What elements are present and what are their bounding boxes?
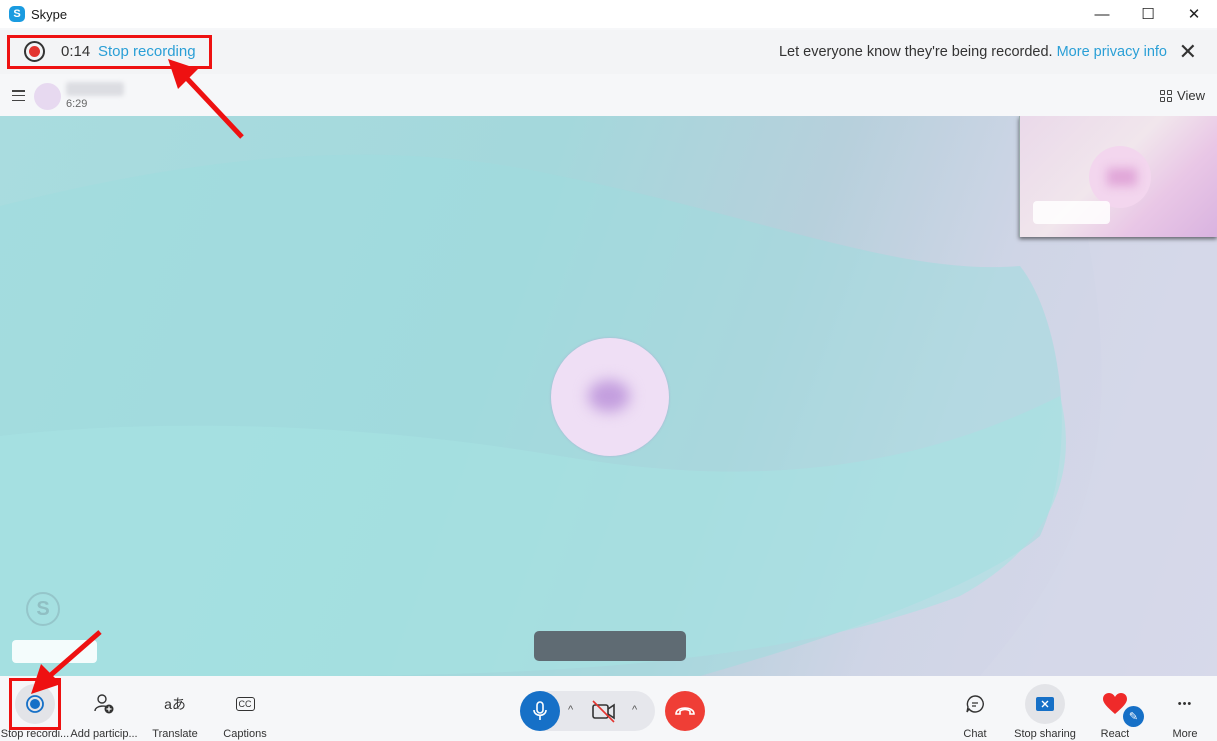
end-call-button[interactable] [665,691,705,731]
recording-notice: Let everyone know they're being recorded… [779,44,1167,60]
video-stage: S [0,116,1217,676]
stop-sharing-button[interactable]: Stop sharing [1007,676,1083,741]
recording-elapsed-time: 0:14 [61,43,91,60]
stop-sharing-label: Stop sharing [1014,728,1076,740]
video-options-chevron-icon[interactable]: ^ [632,704,637,716]
translate-label: Translate [152,728,198,740]
chat-icon [955,684,995,724]
contact-name-redacted [66,82,124,96]
close-window-button[interactable]: ✕ [1171,0,1217,28]
call-header: 6:29 View [0,76,1217,116]
react-button[interactable]: ✎ React [1077,676,1153,741]
chat-label: Chat [963,728,987,740]
privacy-info-link[interactable]: More privacy info [1057,44,1167,60]
recording-banner: 0:14 Stop recording Let everyone know th… [0,30,1217,74]
call-duration: 6:29 [66,98,88,110]
view-button[interactable]: View [1160,88,1205,103]
contact-avatar[interactable] [34,83,61,110]
grid-view-icon [1160,89,1173,102]
more-button[interactable]: ••• More [1147,676,1217,741]
mute-button[interactable] [520,691,560,731]
video-off-icon [592,700,615,723]
captions-icon: CC [225,684,265,724]
participant-name-tag-redacted [12,640,97,663]
self-name-redacted [1033,201,1110,224]
minimize-button[interactable]: — [1079,0,1125,28]
participant-avatar [551,338,669,456]
translate-icon: aあ [164,696,186,712]
title-bar: S Skype — ☐ ✕ [0,0,1217,28]
skype-watermark-icon: S [26,592,60,626]
pencil-icon: ✎ [1123,706,1144,727]
chat-button[interactable]: Chat [937,676,1013,741]
add-participants-button[interactable]: Add particip... [66,676,142,741]
add-participants-label: Add particip... [70,728,138,740]
sharing-label-redacted [534,631,686,661]
microphone-icon [533,701,547,720]
react-label: React [1100,728,1130,740]
heart-icon: ✎ [1095,684,1144,727]
recording-notice-text: Let everyone know they're being recorded… [778,44,1053,60]
audio-options-chevron-icon[interactable]: ^ [568,704,573,716]
recording-indicator-icon [24,41,45,62]
more-dots-icon: ••• [1177,698,1193,710]
window-title: Skype [31,6,68,22]
window-controls: — ☐ ✕ [1079,0,1217,28]
more-label: More [1172,728,1198,740]
call-toolbar: Stop recordi... Add particip... aあ Trans… [0,676,1217,741]
maximize-button[interactable]: ☐ [1125,0,1171,28]
captions-button[interactable]: CC Captions [207,676,283,741]
highlight-box [9,678,61,730]
stop-recording-link[interactable]: Stop recording [98,43,196,60]
self-view-preview[interactable] [1019,116,1217,237]
view-label: View [1177,88,1205,103]
stop-share-icon [1025,684,1065,724]
menu-icon[interactable] [12,90,25,101]
hang-up-icon [675,707,695,715]
dismiss-banner-button[interactable]: ✕ [1179,39,1197,65]
captions-label: Captions [223,728,267,740]
skype-logo-icon: S [9,6,25,22]
add-person-icon [84,684,124,724]
translate-button[interactable]: aあ Translate [137,676,213,741]
self-avatar [1089,146,1151,208]
video-toggle-button[interactable] [590,698,618,724]
